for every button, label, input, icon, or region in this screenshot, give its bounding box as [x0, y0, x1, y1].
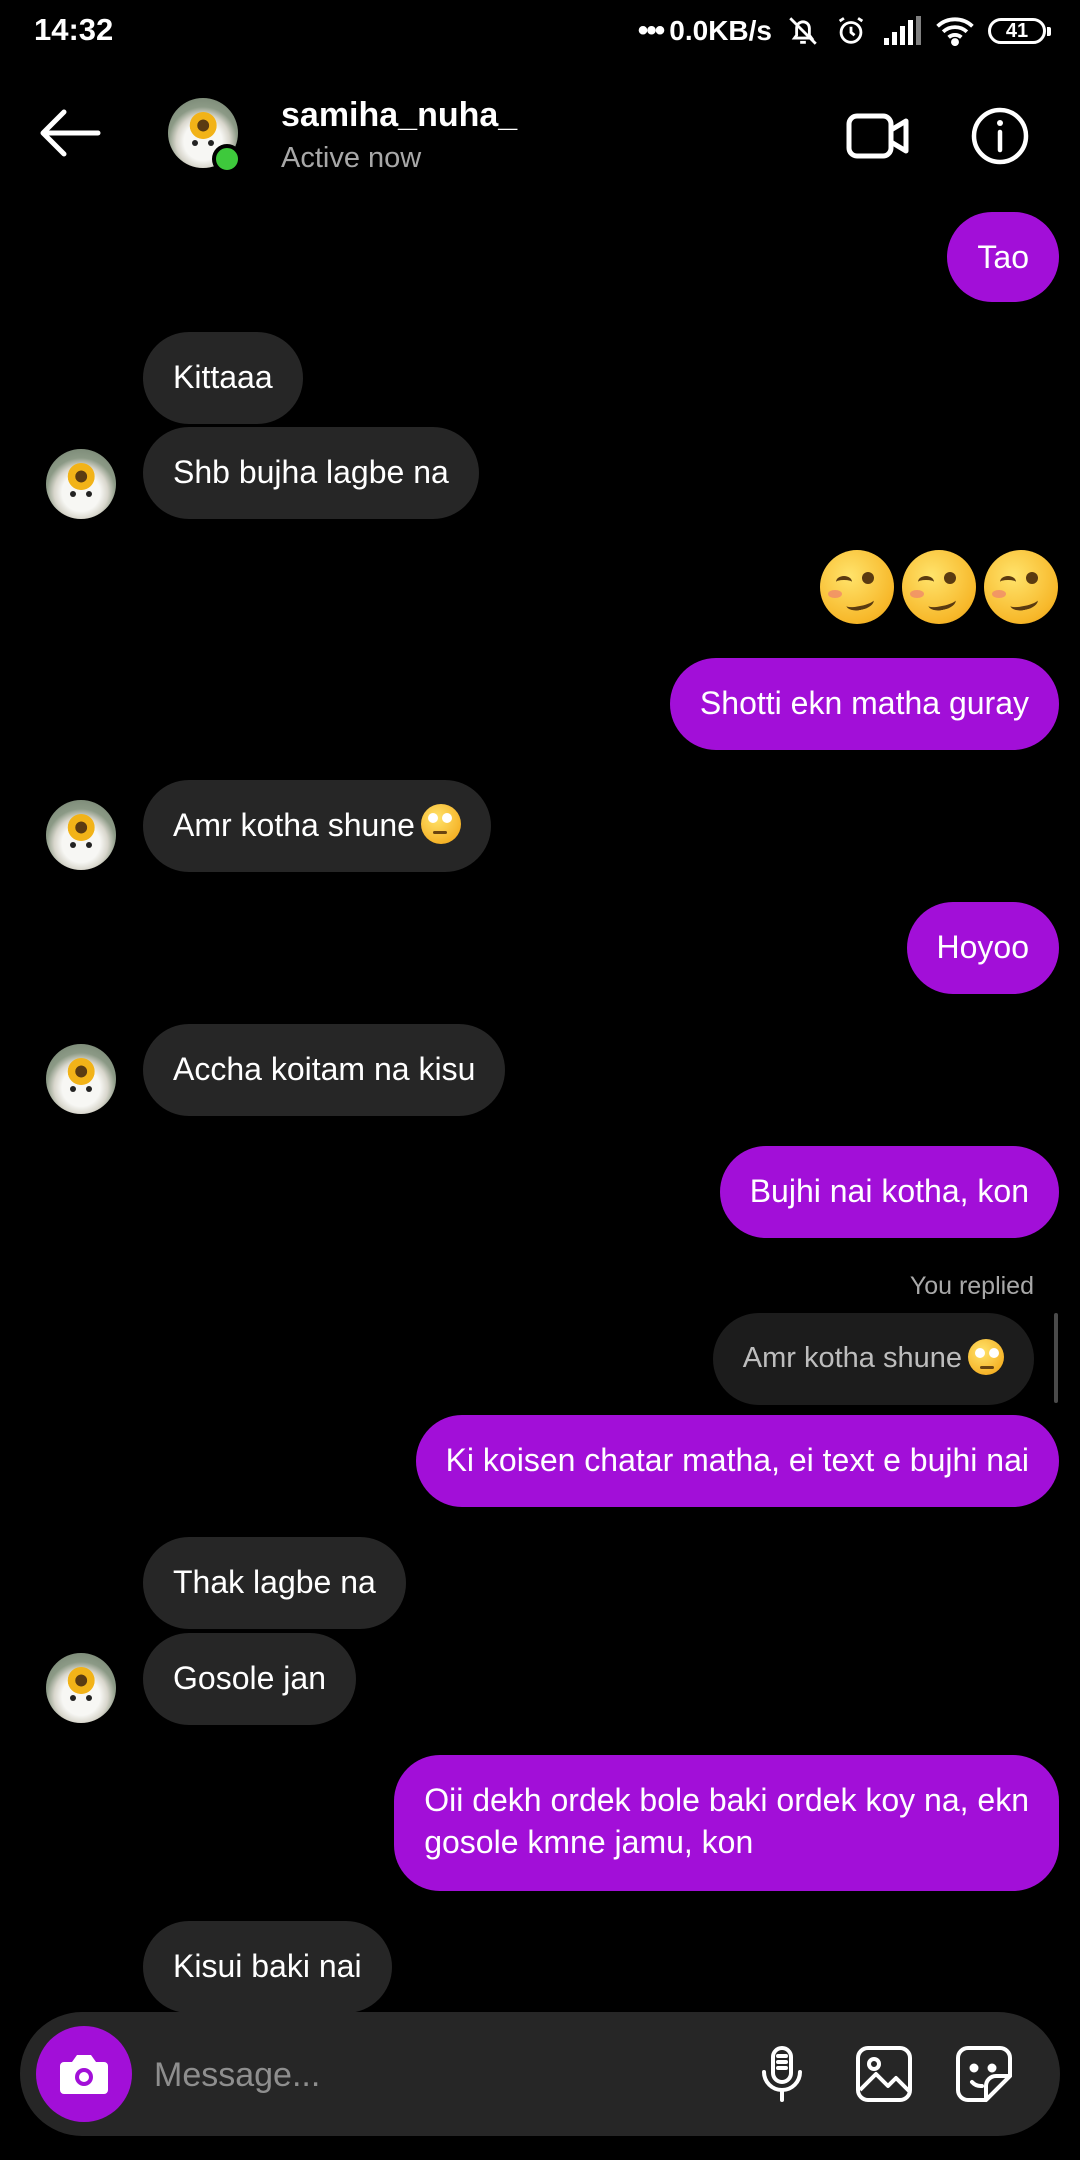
message-composer	[20, 2012, 1060, 2136]
received-message[interactable]: Thak lagbe na	[143, 1537, 406, 1629]
status-icons: ••• 0.0KB/s 41	[637, 12, 1051, 50]
online-indicator	[212, 144, 242, 174]
woozy-face-icon	[902, 550, 976, 624]
message-text: Ki koisen chatar matha, ei text e bujhi …	[445, 1442, 1029, 1478]
avatar-dog-face	[67, 1695, 95, 1702]
reply-label: You replied	[909, 1272, 1034, 1300]
status-time: 14:32	[34, 12, 114, 47]
gallery-icon[interactable]	[852, 2042, 916, 2106]
avatar-dog-face	[67, 842, 95, 849]
sticker-icon[interactable]	[952, 2042, 1016, 2106]
message-text: Thak lagbe na	[173, 1564, 376, 1600]
message-text-line: Oii dekh ordek bole baki ordek koy na, e…	[424, 1782, 1029, 1818]
reply-indicator-bar	[1054, 1313, 1058, 1403]
video-call-icon[interactable]	[846, 110, 910, 162]
sunflower-image	[189, 112, 217, 139]
camera-icon	[60, 2055, 108, 2094]
message-text: Shb bujha lagbe na	[173, 454, 449, 490]
received-message[interactable]: Kisui baki nai	[143, 1921, 392, 2013]
replied-message-preview[interactable]: Amr kotha shune	[712, 1313, 1034, 1405]
message-text: Accha koitam na kisu	[173, 1051, 476, 1087]
sent-message[interactable]: Tao	[947, 212, 1059, 302]
signal-icon	[884, 16, 921, 45]
sunflower-image	[67, 463, 95, 490]
message-text: Shotti ekn matha guray	[699, 685, 1029, 721]
emoji-message[interactable]	[820, 550, 1058, 624]
more-notifications-icon: •••	[637, 14, 665, 47]
network-speed: 0.0KB/s	[669, 15, 772, 46]
message-text: Amr kotha shune	[742, 1342, 962, 1374]
message-text: Gosole jan	[173, 1660, 326, 1696]
message-input[interactable]	[152, 2042, 716, 2108]
message-thread[interactable]: Tao Kittaaa Shb bujha lagbe na Shotti ek…	[0, 212, 1080, 2013]
message-text-line: gosole kmne jamu, kon	[424, 1824, 754, 1860]
woozy-face-icon	[984, 550, 1058, 624]
received-message[interactable]: Shb bujha lagbe na	[143, 427, 479, 519]
message-text: Kittaaa	[173, 359, 273, 395]
sent-message[interactable]: Bujhi nai kotha, kon	[719, 1146, 1059, 1238]
sent-message[interactable]: Ki koisen chatar matha, ei text e bujhi …	[415, 1415, 1059, 1507]
sent-message[interactable]: Oii dekh ordek bole baki ordek koy na, e…	[394, 1755, 1059, 1891]
alarm-icon	[838, 17, 864, 44]
message-text: Bujhi nai kotha, kon	[749, 1173, 1029, 1209]
avatar-dog-face	[189, 140, 217, 147]
received-message[interactable]: Accha koitam na kisu	[143, 1024, 506, 1116]
wifi-icon	[936, 17, 974, 46]
sent-message[interactable]: Hoyoo	[906, 902, 1059, 994]
avatar-dog-face	[67, 1086, 95, 1093]
woozy-face-icon	[820, 550, 894, 624]
chat-username[interactable]: samiha_nuha_	[281, 96, 517, 135]
avatar[interactable]	[46, 449, 116, 519]
sunflower-image	[67, 814, 95, 841]
microphone-icon[interactable]	[750, 2042, 814, 2106]
chat-header: samiha_nuha_ Active now	[0, 62, 1080, 212]
rolling-eyes-emoji-icon	[968, 1339, 1004, 1375]
message-text: Hoyoo	[936, 929, 1030, 965]
received-message[interactable]: Gosole jan	[143, 1633, 356, 1725]
mute-bell-icon	[789, 17, 817, 45]
status-bar: 14:32 ••• 0.0KB/s 41	[0, 0, 1080, 62]
received-message[interactable]: Kittaaa	[143, 332, 303, 424]
avatar-dog-face	[67, 491, 95, 498]
avatar[interactable]	[46, 800, 116, 870]
camera-button[interactable]	[36, 2026, 132, 2122]
avatar[interactable]	[46, 1044, 116, 1114]
arrow-left-icon[interactable]	[38, 108, 102, 158]
sent-message[interactable]: Shotti ekn matha guray	[669, 658, 1059, 750]
sunflower-image	[67, 1667, 95, 1694]
battery-icon: 41	[988, 18, 1051, 44]
message-text: Tao	[977, 239, 1029, 275]
info-icon[interactable]	[970, 106, 1030, 166]
rolling-eyes-emoji-icon	[420, 804, 461, 844]
received-message[interactable]: Amr kotha shune	[143, 780, 491, 872]
message-text: Amr kotha shune	[173, 807, 415, 843]
message-text: Kisui baki nai	[173, 1948, 362, 1984]
battery-level: 41	[1005, 19, 1029, 42]
sunflower-image	[67, 1058, 95, 1085]
avatar[interactable]	[46, 1653, 116, 1723]
chat-active-status: Active now	[281, 142, 422, 174]
